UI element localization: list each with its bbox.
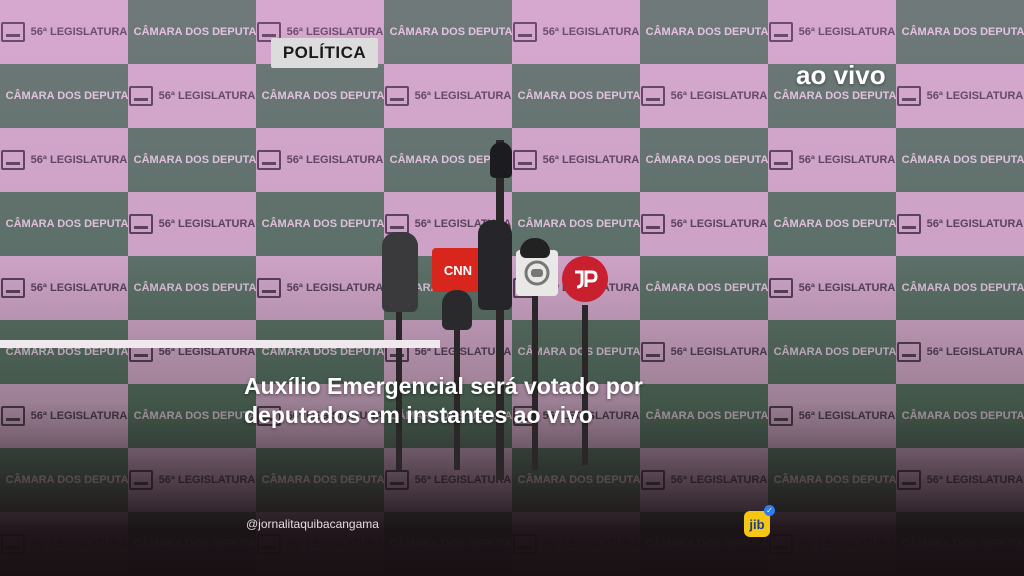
verified-check-icon: ✓ — [764, 505, 775, 516]
cnn-flag: CNN — [432, 248, 484, 292]
microphone-left — [382, 232, 418, 312]
live-indicator: ao vivo — [796, 60, 886, 90]
article-thumbnail[interactable]: 56ª LEGISLATURACÂMARA DOS DEPUTADOS56ª L… — [0, 0, 1024, 576]
microphone-center — [478, 220, 512, 310]
cnn-microphone — [442, 290, 472, 330]
microphone-cluster: CNN — [360, 140, 640, 500]
social-handle[interactable]: @jornalitaquibacangama — [246, 517, 379, 531]
jovem-pan-flag — [562, 256, 608, 302]
globo-microphone — [520, 238, 550, 258]
cnn-flag-label: CNN — [443, 262, 473, 278]
boom-microphone — [490, 142, 512, 178]
jovem-pan-logo-icon — [575, 270, 598, 289]
headline-divider — [0, 340, 440, 348]
globo-logo-icon — [524, 260, 550, 286]
category-tag[interactable]: POLÍTICA — [271, 38, 378, 68]
headline[interactable]: Auxílio Emergencial será votado por depu… — [244, 372, 764, 430]
